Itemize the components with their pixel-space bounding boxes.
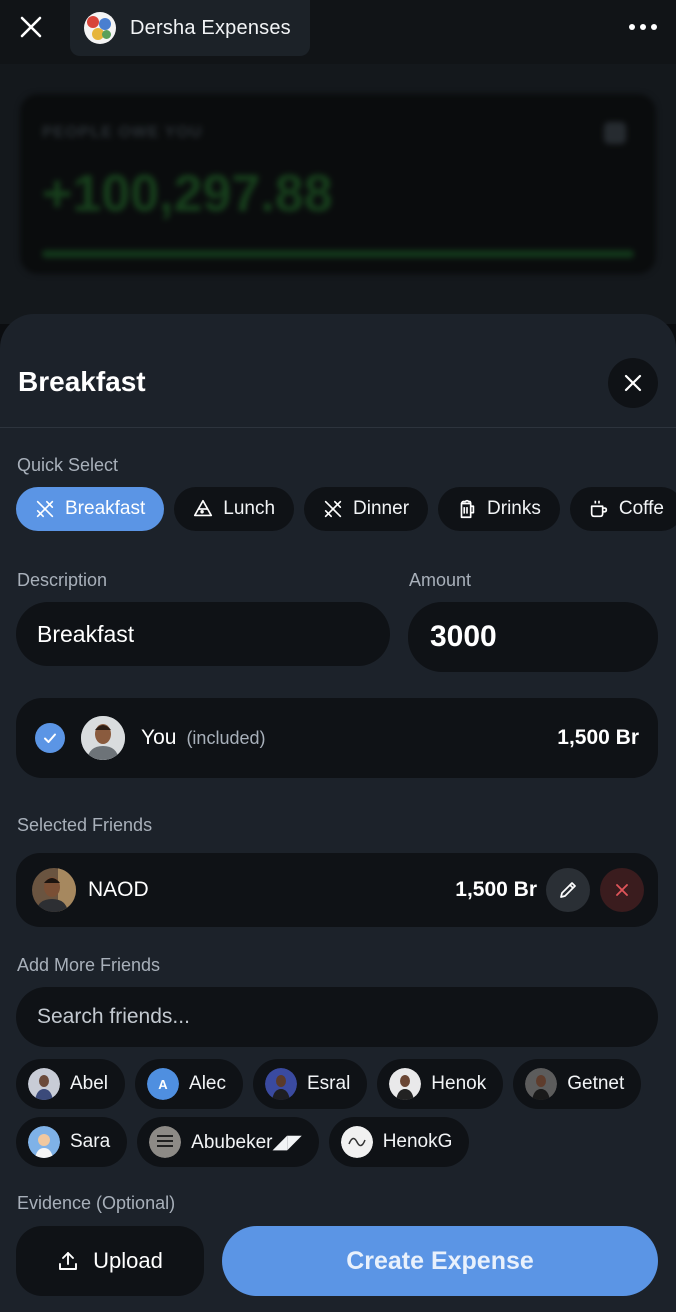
- app-logo: [84, 12, 116, 44]
- you-share-amount: 1,500 Br: [557, 726, 639, 749]
- upload-label: Upload: [93, 1248, 163, 1273]
- upload-icon: [59, 1252, 78, 1270]
- friend-chip-label: Abubeker◢◤: [191, 1131, 302, 1153]
- close-app-button[interactable]: [14, 10, 48, 44]
- friend-chip-abubeker[interactable]: Abubeker◢◤: [137, 1117, 319, 1167]
- sheet-close-button[interactable]: [608, 358, 658, 408]
- upload-button[interactable]: Upload: [16, 1226, 204, 1296]
- balance-amount: +100,297.88: [42, 165, 333, 223]
- balance-card: PEOPLE OWE YOU +100,297.88: [20, 94, 656, 274]
- add-expense-sheet: Breakfast Quick Select Breakfast Lunch D…: [0, 314, 676, 1312]
- coffee-icon: [590, 500, 608, 518]
- user-photo-icon: [32, 868, 76, 912]
- friend-chip-label: Getnet: [567, 1073, 625, 1094]
- remove-friend-button[interactable]: [600, 868, 644, 912]
- friend-chip-label: Henok: [431, 1073, 487, 1094]
- top-bar: Dersha Expenses: [0, 0, 676, 64]
- chip-label: Dinner: [353, 498, 410, 519]
- user-photo-icon: [81, 716, 125, 760]
- you-name: You: [141, 726, 177, 749]
- friend-chip-getnet[interactable]: Getnet: [513, 1059, 642, 1109]
- search-friends-input[interactable]: Search friends...: [16, 987, 658, 1047]
- friend-chip-label: Esral: [307, 1073, 351, 1094]
- sheet-title: Breakfast: [18, 366, 146, 397]
- chip-breakfast[interactable]: Breakfast: [16, 487, 165, 531]
- friend-chip-label: Sara: [70, 1131, 111, 1152]
- avatar: [32, 868, 76, 912]
- avatar: [389, 1068, 422, 1100]
- balance-bar: [42, 250, 634, 258]
- more-icon: [629, 24, 635, 30]
- description-value: Breakfast: [37, 620, 135, 647]
- edit-share-button[interactable]: [546, 868, 590, 912]
- friend-chip-label: Abel: [70, 1073, 109, 1094]
- avatar: [28, 1126, 60, 1158]
- friend-chip-label: HenokG: [382, 1131, 453, 1152]
- friend-chip-esral[interactable]: Esral: [253, 1059, 368, 1109]
- evidence-label: Evidence (Optional): [17, 1193, 176, 1213]
- search-placeholder: Search friends...: [37, 1005, 190, 1028]
- divider: [0, 427, 676, 428]
- avatar: [28, 1068, 60, 1100]
- chip-drinks[interactable]: Drinks: [438, 487, 560, 531]
- chip-coffee[interactable]: Coffe: [569, 487, 676, 531]
- friend-name: NAOD: [88, 878, 149, 901]
- create-expense-label: Create Expense: [346, 1246, 534, 1275]
- check-icon: [44, 733, 56, 743]
- balance-label: PEOPLE OWE YOU: [42, 124, 203, 141]
- avatar: [525, 1068, 558, 1100]
- description-input[interactable]: Breakfast: [16, 602, 390, 666]
- close-icon: [616, 884, 628, 896]
- chip-label: Drinks: [487, 498, 541, 519]
- pencil-icon: [560, 882, 576, 898]
- pizza-icon: [194, 499, 213, 517]
- you-included-note: (included): [186, 727, 266, 748]
- app-title-pill[interactable]: Dersha Expenses: [70, 0, 310, 56]
- chip-label: Coffe: [618, 498, 664, 519]
- app-title: Dersha Expenses: [130, 16, 291, 39]
- add-friends-label: Add More Friends: [17, 955, 161, 975]
- avatar: [340, 1126, 373, 1158]
- friend-chip-sara[interactable]: Sara: [16, 1117, 128, 1167]
- background-dashboard: PEOPLE OWE YOU +100,297.88: [0, 64, 676, 324]
- initial-avatar-icon: A: [147, 1068, 180, 1100]
- more-options-button[interactable]: [626, 14, 660, 40]
- friend-suggestions-row-1: Abel A Alec Esral Henok Getnet: [16, 1059, 676, 1109]
- chip-lunch[interactable]: Lunch: [174, 487, 295, 531]
- svg-text:A: A: [158, 1077, 168, 1092]
- chip-label: Lunch: [223, 498, 276, 519]
- avatar: [81, 716, 125, 760]
- friend-chip-label: Alec: [189, 1073, 226, 1094]
- quick-select-label: Quick Select: [17, 455, 119, 475]
- create-expense-button[interactable]: Create Expense: [222, 1226, 658, 1296]
- friend-suggestions-row-2: Sara Abubeker◢◤ HenokG: [16, 1117, 676, 1167]
- utensils-icon: [324, 500, 342, 518]
- chip-dinner[interactable]: Dinner: [304, 487, 429, 531]
- chip-label: Breakfast: [65, 498, 146, 519]
- friend-chip-henok[interactable]: Henok: [377, 1059, 504, 1109]
- utensils-icon: [36, 500, 54, 518]
- beer-icon: [460, 499, 475, 519]
- card-icon: [604, 122, 626, 144]
- amount-input[interactable]: 3000: [408, 602, 658, 672]
- selected-friends-label: Selected Friends: [17, 815, 153, 835]
- friend-chip-abel[interactable]: Abel: [16, 1059, 126, 1109]
- close-icon: [624, 374, 642, 392]
- include-you-checkbox[interactable]: [35, 723, 65, 753]
- selected-friend-row: NAOD 1,500 Br: [16, 853, 658, 927]
- amount-value: 3000: [430, 620, 497, 653]
- quick-select-chips: Breakfast Lunch Dinner Drinks Coffe: [16, 487, 676, 531]
- description-label: Description: [17, 570, 108, 590]
- you-participant-row: You (included) 1,500 Br: [16, 698, 658, 778]
- friend-chip-alec[interactable]: A Alec: [135, 1059, 243, 1109]
- friend-chip-henokg[interactable]: HenokG: [328, 1117, 470, 1167]
- avatar: [149, 1126, 182, 1158]
- amount-label: Amount: [409, 570, 472, 590]
- avatar: [265, 1068, 297, 1100]
- friend-share-amount: 1,500 Br: [455, 878, 537, 901]
- close-icon: [20, 16, 42, 38]
